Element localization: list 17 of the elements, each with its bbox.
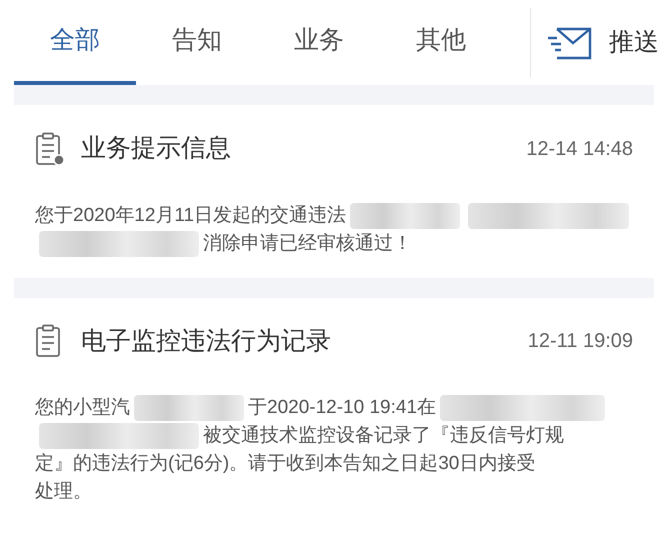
tab[interactable]: 告知 bbox=[136, 0, 258, 85]
tab[interactable]: 其他 bbox=[380, 0, 502, 85]
tab[interactable]: 业务 bbox=[258, 0, 380, 85]
message-text: 您的小型汽 bbox=[35, 396, 130, 420]
message-text: 定』的违法行为(记6分)。请于收到本告知之日起30日内接受 bbox=[35, 452, 536, 476]
clipboard-icon bbox=[35, 132, 65, 166]
message-title: 电子监控违法行为记录 bbox=[81, 326, 331, 356]
message-text: 消除申请已经审核通过！ bbox=[203, 232, 412, 256]
push-button[interactable]: 推送 bbox=[531, 0, 659, 85]
message-time: 12-11 19:09 bbox=[528, 329, 633, 354]
message-title: 业务提示信息 bbox=[81, 133, 231, 164]
message-text: 被交通技术监控设备记录了『违反信号灯规 bbox=[203, 424, 564, 448]
message-text: 您于2020年12月11日发起的交通违法 bbox=[35, 204, 346, 228]
message-text: 于2020-12-10 19:41在 bbox=[248, 396, 436, 420]
message-text: 处理。 bbox=[35, 480, 92, 504]
mail-icon bbox=[547, 26, 593, 60]
message-time: 12-14 14:48 bbox=[526, 136, 633, 162]
